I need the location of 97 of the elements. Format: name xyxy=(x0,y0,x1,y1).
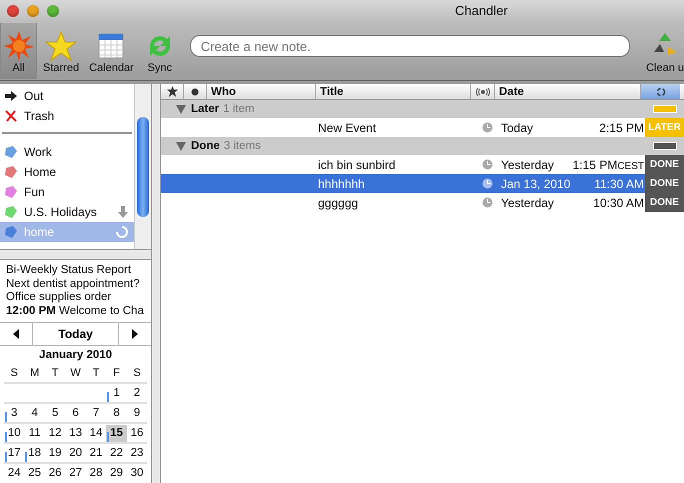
preview-item[interactable]: 12:00 PM Welcome to Cha xyxy=(6,304,146,318)
cross-icon xyxy=(4,110,18,122)
table-cell-text: gggggg xyxy=(317,196,360,210)
all-button[interactable]: All xyxy=(0,23,37,79)
note-field[interactable]: Create a new note. xyxy=(190,35,630,57)
weekday-label: T xyxy=(92,367,100,379)
minimize-icon[interactable] xyxy=(27,5,39,17)
calendar-day[interactable]: 1 xyxy=(106,384,127,402)
status-badge[interactable]: DONE xyxy=(645,174,684,193)
time-text: 2:15 PM xyxy=(599,120,644,134)
preview-item[interactable]: Bi-Weekly Status Report xyxy=(6,264,146,278)
date-text: Yesterday xyxy=(501,158,554,172)
broadcast-icon xyxy=(476,88,490,96)
scrollbar[interactable] xyxy=(134,84,152,249)
preview-item[interactable]: Office supplies order xyxy=(6,291,146,304)
calendar-day[interactable]: 4 xyxy=(24,404,45,422)
calendar-day[interactable]: 25 xyxy=(24,464,45,482)
splitter-handle[interactable] xyxy=(151,84,161,483)
calendar-day[interactable]: 7 xyxy=(86,404,106,422)
weekday-label: S xyxy=(10,367,19,379)
table-cell-text: ich bin sunbird xyxy=(317,158,396,172)
calendar-button[interactable]: Calendar xyxy=(85,23,138,79)
calendar-day[interactable]: 27 xyxy=(65,464,86,482)
weekday-label: T xyxy=(50,367,60,379)
calendar-day[interactable]: 26 xyxy=(44,464,66,482)
calendar-day[interactable]: 16 xyxy=(126,424,148,442)
clock-icon xyxy=(482,178,492,189)
column-header[interactable]: Who xyxy=(207,84,316,99)
calendar-day[interactable]: 10 xyxy=(4,424,24,442)
left-triangle-icon xyxy=(12,329,20,339)
preview-item[interactable]: Next dentist appointment? xyxy=(6,278,146,291)
time-text: 10:30 AM xyxy=(593,196,644,210)
today-button[interactable]: Today xyxy=(32,323,120,345)
date-text: Jan 13, 2010 xyxy=(501,176,570,190)
calendar-day[interactable]: 28 xyxy=(86,464,106,482)
status-badge[interactable]: DONE xyxy=(645,193,684,212)
collection-item[interactable]: Work xyxy=(0,142,134,162)
calendar-day[interactable]: 3 xyxy=(4,404,24,422)
trash-item[interactable]: Trash xyxy=(0,106,134,126)
month-title: January 2010 xyxy=(38,349,114,363)
calendar-day[interactable]: 17 xyxy=(4,444,24,462)
calendar-day[interactable]: 14 xyxy=(86,424,106,442)
clock-icon xyxy=(482,197,492,208)
star-icon xyxy=(45,30,78,62)
disclosure-icon[interactable] xyxy=(176,104,186,114)
weekday-label: W xyxy=(69,367,82,379)
table-cell-text: hhhhhhh xyxy=(317,176,366,190)
out-item[interactable]: Out xyxy=(0,86,134,106)
calendar-day[interactable]: 8 xyxy=(106,404,127,422)
star-icon xyxy=(166,86,178,97)
time-text: 11:30 AM xyxy=(594,176,644,190)
calendar-day[interactable]: 13 xyxy=(65,424,86,442)
section-header[interactable]: Done 3 items xyxy=(161,137,684,155)
date-text: Yesterday xyxy=(501,196,554,210)
zoom-icon[interactable] xyxy=(47,5,59,17)
right-triangle-icon xyxy=(131,329,140,339)
starburst-icon xyxy=(2,30,34,62)
calendar-day[interactable]: 15 xyxy=(106,424,127,442)
clean-up-button[interactable]: Clean u xyxy=(642,23,684,79)
close-icon[interactable] xyxy=(7,5,19,17)
collection-item[interactable]: U.S. Holidays xyxy=(0,202,134,222)
clock-icon xyxy=(482,122,492,133)
window-title: Chandler xyxy=(455,3,508,18)
status-badge[interactable]: DONE xyxy=(645,155,684,174)
section-header[interactable]: Later 1 item xyxy=(161,100,684,118)
calendar-day[interactable]: 11 xyxy=(24,424,45,442)
table-cell-text: New Event xyxy=(317,120,378,134)
calendar-day[interactable]: 6 xyxy=(65,404,86,422)
arrow-icon xyxy=(4,90,18,102)
collection-item[interactable]: Fun xyxy=(0,182,134,202)
starred-button[interactable]: Starred xyxy=(39,23,84,79)
calendar-day[interactable]: 5 xyxy=(44,404,66,422)
triage-column-header[interactable] xyxy=(641,84,680,99)
calendar-day[interactable]: 9 xyxy=(126,404,148,422)
sync-button[interactable]: Sync xyxy=(140,23,180,79)
time-text: 1:15 PMCEST xyxy=(572,158,644,172)
calendar-day[interactable]: 22 xyxy=(106,444,127,462)
disclosure-icon[interactable] xyxy=(176,142,186,150)
clock-icon xyxy=(482,159,492,170)
column-header[interactable]: Title xyxy=(316,84,471,99)
calendar-day[interactable]: 21 xyxy=(86,444,106,462)
calendar-day[interactable]: 23 xyxy=(126,444,148,462)
calendar-day[interactable]: 2 xyxy=(126,384,148,402)
calendar-day[interactable]: 30 xyxy=(126,464,148,482)
calendar-day[interactable]: 12 xyxy=(44,424,66,442)
calendar-day[interactable]: 24 xyxy=(4,464,24,482)
calendar-day[interactable]: 29 xyxy=(106,464,127,482)
calendar-day[interactable]: 18 xyxy=(24,444,45,462)
weekday-label: F xyxy=(112,367,121,379)
collection-item[interactable]: Home xyxy=(0,162,134,182)
weekday-label: M xyxy=(29,367,40,379)
dot-icon xyxy=(191,88,199,96)
date-text: Today xyxy=(501,120,534,134)
splitter-handle[interactable] xyxy=(0,250,152,260)
calendar-day[interactable]: 19 xyxy=(44,444,66,462)
calendar-day[interactable]: 20 xyxy=(65,444,86,462)
weekday-label: S xyxy=(132,367,142,379)
